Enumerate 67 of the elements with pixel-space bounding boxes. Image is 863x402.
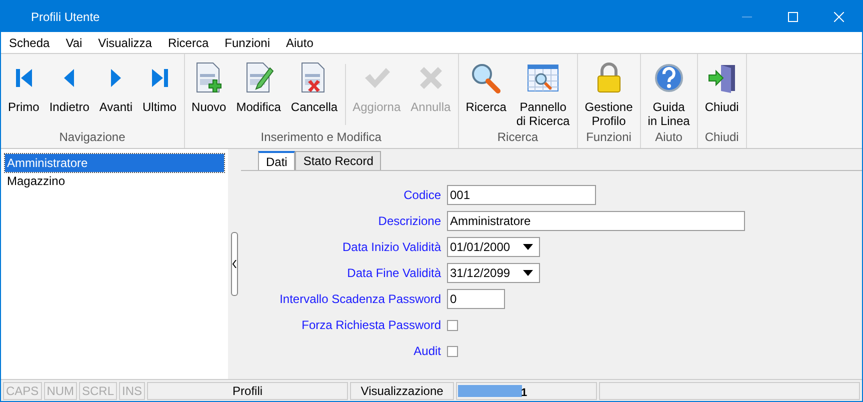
document-plus-icon <box>194 62 224 94</box>
toolbar-button[interactable]: Guida in Linea <box>642 61 695 128</box>
caret-icon <box>523 270 533 276</box>
toolbar-button[interactable]: Primo <box>3 61 44 128</box>
padlock-icon <box>594 62 623 94</box>
input-field[interactable]: 0 <box>447 289 505 309</box>
grid-search-icon <box>527 63 560 93</box>
toolbar-button[interactable]: Ricerca <box>460 61 512 128</box>
tab[interactable]: Dati <box>258 151 296 170</box>
status-indicator: SCRL <box>79 382 118 400</box>
input-field[interactable]: Amministratore <box>447 211 745 231</box>
menu-item[interactable]: Vai <box>58 32 90 53</box>
left-arrow-icon <box>63 67 76 89</box>
menu-item[interactable]: Ricerca <box>160 32 217 53</box>
status-indicator: CAPS <box>3 382 42 400</box>
menu-item[interactable]: Aiuto <box>278 32 322 53</box>
list-item[interactable]: Magazzino <box>5 172 224 190</box>
status-indicator: INS <box>119 382 146 400</box>
group-label: Aiuto <box>654 129 684 146</box>
menu-item[interactable]: Scheda <box>1 32 58 53</box>
caret-icon <box>523 244 533 250</box>
date-dropdown[interactable]: 31/12/2099 <box>447 263 540 283</box>
status-panel: Visualizzazione <box>350 382 454 400</box>
toolbar-button[interactable]: Cancella <box>286 61 343 128</box>
input-field[interactable]: 001 <box>447 185 596 205</box>
right-arrow-icon <box>110 67 122 89</box>
minimize-icon <box>742 16 752 18</box>
collapse-handle[interactable] <box>231 232 238 296</box>
help-icon <box>654 63 684 93</box>
document-pencil-icon <box>244 62 274 94</box>
skip-last-icon <box>150 67 170 89</box>
menu-item[interactable]: Visualizza <box>90 32 160 53</box>
tab[interactable]: Stato Record <box>295 151 382 170</box>
toolbar-button[interactable]: Ultimo <box>138 61 182 128</box>
toolbar-button[interactable]: Chiudi <box>700 61 744 128</box>
field-label: Data Fine Validità <box>346 265 442 282</box>
progress-reading: 1 <box>521 386 528 400</box>
close-icon <box>834 12 844 22</box>
menu-item[interactable]: Funzioni <box>216 32 278 53</box>
group-label: Inserimento e Modifica <box>260 129 382 146</box>
date-dropdown[interactable]: 01/01/2000 <box>447 237 540 257</box>
checkbox[interactable] <box>447 320 458 330</box>
status-indicator: NUM <box>44 382 78 400</box>
toolbar-button[interactable]: Gestione Profilo <box>580 61 638 128</box>
toolbar-button[interactable]: Avanti <box>94 61 138 128</box>
field-label: Codice <box>402 187 442 204</box>
group-label: Funzioni <box>585 129 632 146</box>
checkbox[interactable] <box>447 346 458 356</box>
search-icon <box>470 62 502 94</box>
toolbar-button[interactable]: Modifica <box>231 61 286 128</box>
toolbar-button[interactable]: Nuovo <box>186 61 232 128</box>
toolbar-button[interactable]: Indietro <box>44 61 94 128</box>
field-label: Intervallo Scadenza Password <box>278 291 442 308</box>
field-label: Data Inizio Validità <box>342 239 442 256</box>
field-label: Audit <box>412 343 442 360</box>
group-label: Ricerca <box>496 129 540 146</box>
status-panel: Profili <box>147 382 348 400</box>
list-item[interactable]: Amministratore <box>5 154 224 172</box>
field-label: Forza Richiesta Password <box>300 317 442 334</box>
maximize-icon <box>788 12 798 22</box>
group-label: Chiudi <box>704 129 740 146</box>
skip-first-icon <box>14 67 34 89</box>
door-exit-icon <box>706 63 737 93</box>
field-label: Descrizione <box>377 213 442 230</box>
group-label: Navigazione <box>58 129 126 146</box>
window-title: Profili Utente <box>31 8 100 26</box>
toolbar-button[interactable]: Pannello di Ricerca <box>511 61 575 128</box>
